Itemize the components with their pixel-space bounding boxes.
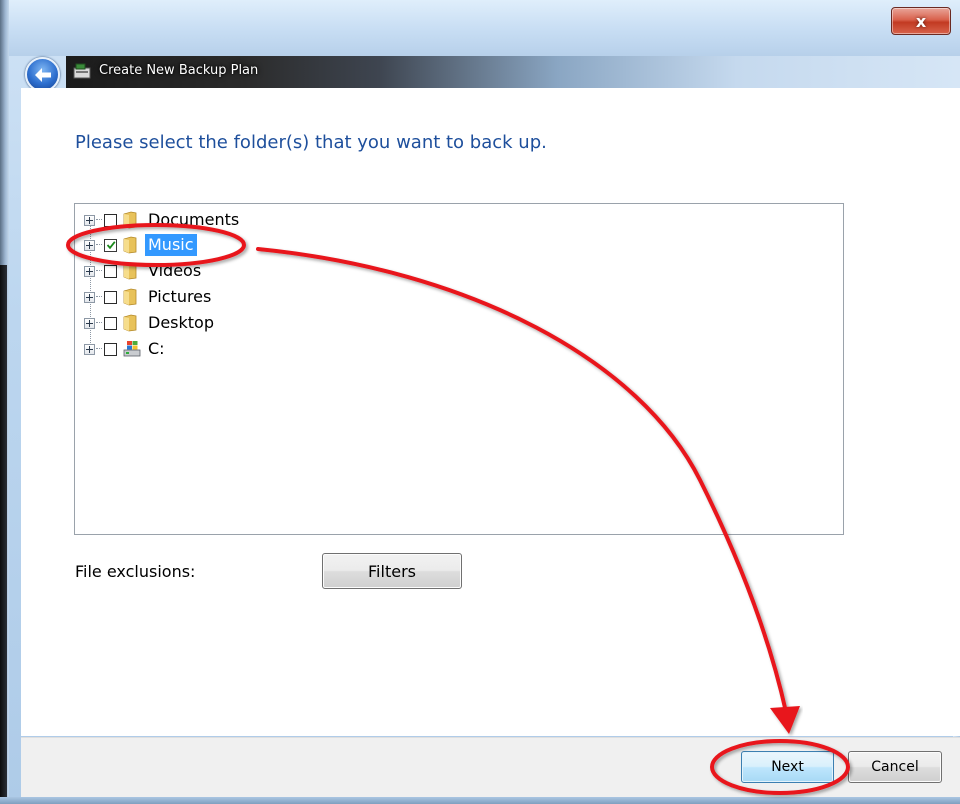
file-exclusions-label: File exclusions:	[75, 562, 196, 581]
folder-icon	[123, 262, 137, 280]
tree-item-videos[interactable]: Videos	[84, 259, 204, 283]
drive-icon	[123, 341, 141, 357]
tree-item-music[interactable]: Music	[84, 233, 197, 257]
close-button[interactable]: x	[891, 7, 951, 35]
music-checkbox[interactable]	[104, 238, 117, 252]
folder-icon	[123, 236, 137, 254]
checkmark-icon	[106, 241, 116, 250]
folder-icon	[123, 288, 137, 306]
tree-item-desktop[interactable]: Desktop	[84, 311, 217, 335]
close-icon: x	[915, 11, 927, 31]
window-title: Create New Backup Plan	[99, 63, 259, 78]
c-drive-checkbox[interactable]	[104, 342, 117, 356]
backup-app-icon	[73, 63, 91, 79]
expand-icon[interactable]	[84, 291, 95, 303]
expand-icon[interactable]	[84, 265, 95, 277]
next-button[interactable]: Next	[741, 751, 834, 783]
expand-icon[interactable]	[84, 317, 95, 329]
tree-item-label: Videos	[148, 261, 202, 280]
folder-icon	[123, 211, 137, 229]
tree-item-label: Music	[145, 234, 197, 256]
expand-icon[interactable]	[84, 214, 95, 226]
desktop-checkbox[interactable]	[104, 316, 117, 330]
filters-button[interactable]: Filters	[322, 553, 462, 589]
expand-icon[interactable]	[84, 343, 95, 355]
videos-checkbox[interactable]	[104, 264, 117, 278]
back-button[interactable]	[25, 57, 60, 92]
tree-item-pictures[interactable]: Pictures	[84, 285, 214, 309]
cancel-button[interactable]: Cancel	[848, 751, 942, 783]
window-left-edge	[0, 0, 9, 804]
window-bottom-edge	[0, 797, 960, 804]
title-bar	[9, 0, 960, 56]
tree-item-label: Pictures	[148, 287, 212, 306]
tree-item-c-drive[interactable]: C:	[84, 337, 168, 361]
tree-item-label: C:	[148, 339, 165, 358]
tree-item-label: Documents	[148, 210, 240, 229]
back-arrow-icon	[34, 67, 51, 82]
expand-icon[interactable]	[84, 239, 95, 251]
page-heading: Please select the folder(s) that you wan…	[75, 132, 547, 153]
tree-item-documents[interactable]: Documents	[84, 208, 242, 232]
pictures-checkbox[interactable]	[104, 290, 117, 304]
folder-icon	[123, 314, 137, 332]
documents-checkbox[interactable]	[104, 213, 117, 227]
tree-item-label: Desktop	[148, 313, 214, 332]
